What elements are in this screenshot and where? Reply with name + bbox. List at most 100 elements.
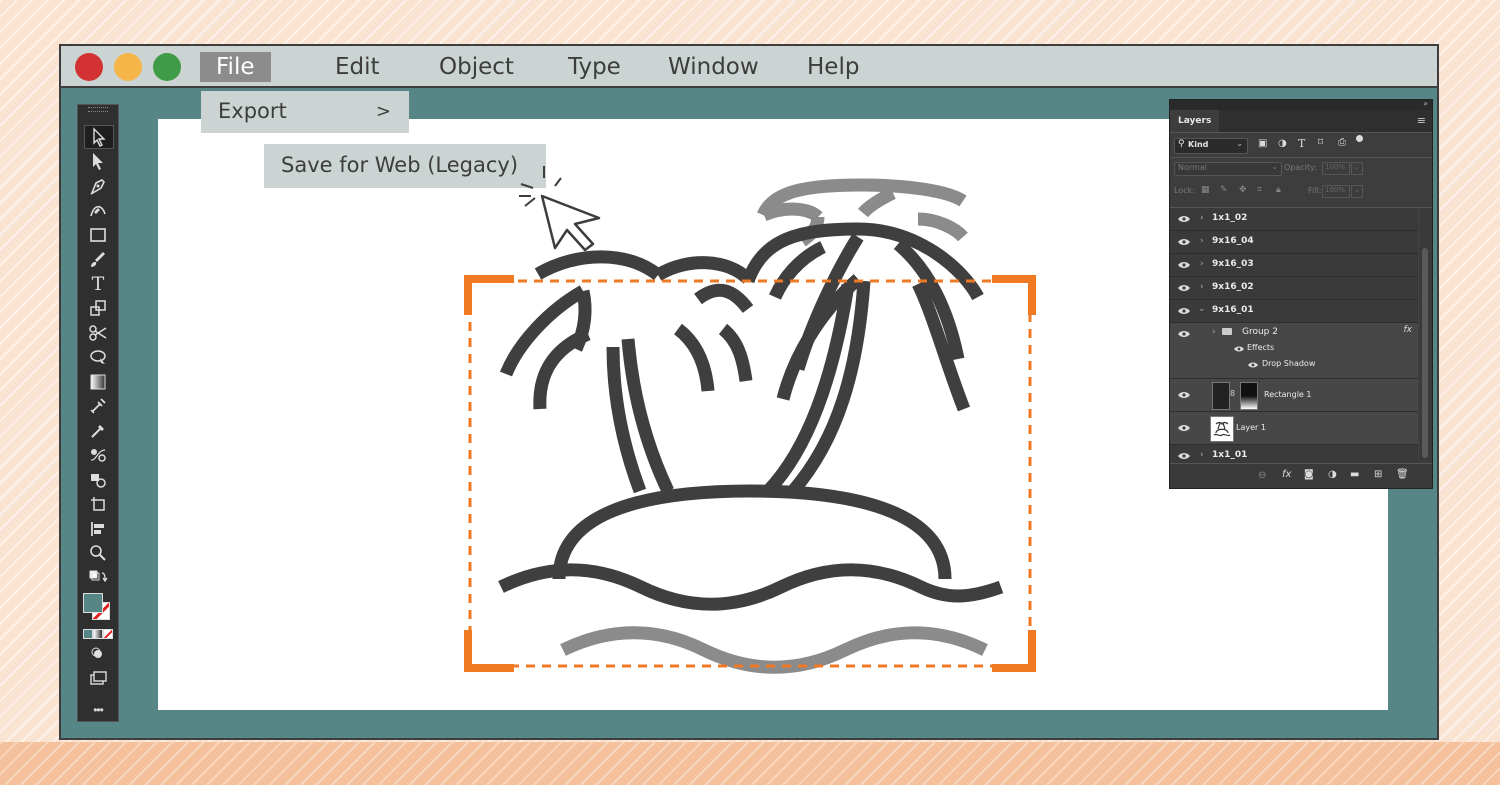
adjustment-filter-icon[interactable]: ◑ [1278,138,1287,149]
layer-row[interactable]: › 9x16_03 [1170,254,1418,277]
maximize-window-button[interactable] [153,53,181,81]
eyedropper-tool-icon[interactable] [84,420,112,442]
direct-selection-tool-icon[interactable] [84,150,112,172]
lock-all-icon[interactable]: 🔒︎ [1276,185,1281,195]
zoom-tool-icon[interactable] [84,542,112,564]
panel-grip[interactable] [88,107,108,112]
chevron-right-icon[interactable]: › [1212,327,1216,337]
blend-tool-icon[interactable] [84,444,112,466]
scale-tool-icon[interactable] [84,297,112,319]
scrollbar-thumb[interactable] [1422,248,1428,458]
new-layer-icon[interactable]: ⊞ [1374,469,1382,480]
swap-colors-icon[interactable] [84,567,112,589]
chevron-down-icon[interactable]: ⌄ [1351,185,1363,198]
layer-row[interactable]: › 9x16_02 [1170,277,1418,300]
eye-icon[interactable] [1248,361,1258,369]
minimize-window-button[interactable] [114,53,142,81]
chevron-right-icon[interactable]: › [1200,213,1204,223]
layer-row-group[interactable]: › Group 2 fx Effects Drop Shadow [1170,323,1418,379]
layer-row[interactable]: 8 Rectangle 1 [1170,379,1418,412]
chevron-down-icon: ⌄ [1236,139,1243,148]
menu-object[interactable]: Object [439,52,514,82]
layers-panel: » Layers ≡ ⚲ Kind ⌄ ▣ ◑ T ⌑ ⎙ Normal ⌄ O… [1169,99,1433,489]
align-tool-icon[interactable] [84,518,112,540]
layer-list-scrollbar[interactable] [1419,208,1432,461]
shape-builder-tool-icon[interactable] [84,469,112,491]
eye-icon[interactable] [1178,330,1190,338]
add-style-icon[interactable]: fx [1282,469,1291,480]
type-tool-icon[interactable]: T [84,273,112,295]
fx-icon[interactable]: fx [1404,325,1413,335]
eye-icon[interactable] [1178,261,1190,269]
layer-row[interactable]: › 1x1_02 [1170,208,1418,231]
pen-tool-icon[interactable] [84,175,112,197]
type-filter-icon[interactable]: T [1298,137,1305,150]
panel-menu-icon[interactable]: ≡ [1417,114,1426,127]
export-menu-item[interactable]: Export > [201,91,409,133]
layer-row-expanded[interactable]: ⌄ 9x16_01 [1170,300,1418,323]
gradient-tool-icon[interactable] [84,371,112,393]
shape-filter-icon[interactable]: ⌑ [1318,137,1323,148]
menu-help[interactable]: Help [807,52,859,82]
eye-icon[interactable] [1178,215,1190,223]
curvature-tool-icon[interactable] [84,199,112,221]
adjustment-layer-icon[interactable]: ◑ [1328,469,1337,480]
screen-mode-icon[interactable] [84,667,112,689]
chevron-right-icon[interactable]: › [1200,282,1204,292]
lock-transparent-icon[interactable]: ▦ [1201,185,1210,195]
chevron-right-icon[interactable]: › [1200,450,1204,460]
save-for-web-menu-item[interactable]: Save for Web (Legacy) [264,144,546,188]
menu-edit[interactable]: Edit [335,52,380,82]
layer-row[interactable]: › 9x16_04 [1170,231,1418,254]
rectangle-tool-icon[interactable] [84,224,112,246]
menu-type[interactable]: Type [568,52,621,82]
link-layers-icon[interactable]: ⊖ [1258,470,1266,481]
drawing-mode-icon[interactable] [84,643,112,665]
scissors-tool-icon[interactable] [84,322,112,344]
chevron-down-icon: ⌄ [1271,162,1278,171]
fill-input[interactable]: 100% [1322,185,1350,198]
color-mode-buttons[interactable] [83,629,113,639]
eyedropper-alt-tool-icon[interactable] [84,395,112,417]
eye-icon[interactable] [1178,284,1190,292]
paintbrush-tool-icon[interactable] [84,248,112,270]
panel-collapse-bar[interactable]: » [1170,99,1432,110]
tab-layers[interactable]: Layers [1170,110,1220,132]
chevron-down-icon[interactable]: ⌄ [1198,304,1206,314]
filter-kind-select[interactable]: ⚲ Kind ⌄ [1174,138,1248,154]
chevron-right-icon[interactable]: › [1200,259,1204,269]
selection-tool-icon[interactable] [84,125,114,149]
menu-file[interactable]: File [200,52,271,82]
layer-name: 9x16_02 [1212,282,1254,292]
more-tools-icon[interactable]: ••• [84,699,112,721]
smart-object-filter-icon[interactable]: ⎙ [1338,137,1346,148]
delete-layer-icon[interactable]: 🗑︎ [1396,469,1409,480]
layer-name: 1x1_02 [1212,213,1248,223]
close-window-button[interactable] [75,53,103,81]
eye-icon[interactable] [1178,307,1190,315]
eye-icon[interactable] [1178,238,1190,246]
artboard-tool-icon[interactable] [84,493,112,515]
lock-position-icon[interactable]: ✥ [1239,185,1247,195]
chevron-down-icon[interactable]: ⌄ [1351,162,1363,175]
layer-row[interactable]: Layer 1 [1170,412,1418,445]
pixel-filter-icon[interactable]: ▣ [1258,138,1267,149]
gray-wave [560,626,988,674]
opacity-input[interactable]: 100% [1322,162,1350,175]
puppet-warp-tool-icon[interactable] [84,346,112,368]
collapse-panel-icon[interactable]: » [1423,99,1428,108]
eye-icon[interactable] [1178,391,1190,399]
lock-image-icon[interactable]: ✎ [1220,185,1228,195]
eye-icon[interactable] [1234,345,1244,353]
eye-icon[interactable] [1178,424,1190,432]
add-mask-icon[interactable]: ◙ [1304,469,1314,480]
new-group-icon[interactable]: ▬ [1350,469,1359,480]
lock-artboard-icon[interactable]: ⌗ [1257,185,1262,195]
fill-color-swatch[interactable] [83,593,103,613]
blend-mode-select[interactable]: Normal ⌄ [1174,162,1282,176]
filter-toggle-icon[interactable] [1356,135,1363,142]
eye-icon[interactable] [1178,452,1190,460]
layer-thumbnail [1212,382,1230,410]
chevron-right-icon[interactable]: › [1200,236,1204,246]
menu-window[interactable]: Window [668,52,759,82]
